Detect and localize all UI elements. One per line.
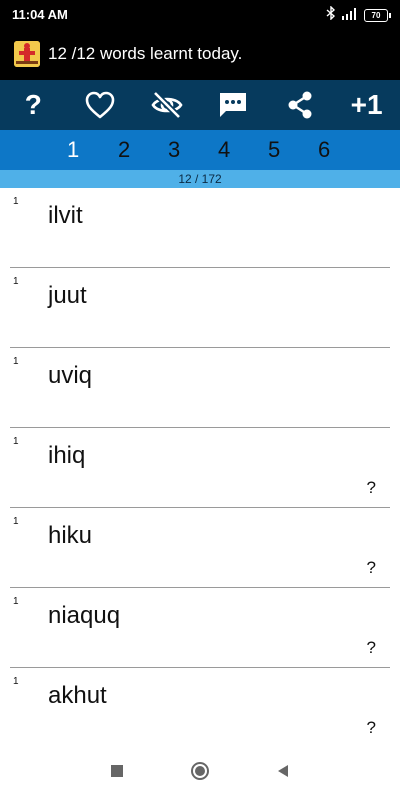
- help-label: ?: [24, 89, 42, 120]
- list-item[interactable]: 1 akhut ?: [0, 668, 400, 748]
- item-mark[interactable]: ?: [367, 638, 376, 658]
- recents-button[interactable]: [106, 762, 128, 784]
- list-item[interactable]: 1 hiku ?: [0, 508, 400, 588]
- back-button[interactable]: [272, 762, 294, 784]
- share-button[interactable]: [278, 83, 322, 127]
- list-item[interactable]: 1 niaquq ?: [0, 588, 400, 668]
- square-icon: [110, 764, 124, 783]
- heart-icon: [84, 90, 116, 120]
- item-word: ilvit: [48, 202, 83, 229]
- battery-icon: 70: [364, 9, 391, 22]
- item-mark[interactable]: ?: [367, 558, 376, 578]
- page-title: 12 /12 words learnt today.: [48, 44, 243, 63]
- item-word: ihiq: [48, 442, 86, 469]
- item-level: 1: [13, 516, 19, 527]
- app-logo-icon: [14, 41, 40, 67]
- list-item[interactable]: 1 ihiq ?: [0, 428, 400, 508]
- back-triangle-icon: [276, 764, 290, 783]
- item-mark[interactable]: ?: [367, 478, 376, 498]
- item-level: 1: [13, 436, 19, 447]
- item-level: 1: [13, 356, 19, 367]
- tab-6[interactable]: 6: [318, 137, 330, 163]
- item-level: 1: [13, 196, 19, 207]
- app-header: 12 /12 words learnt today.: [0, 30, 400, 80]
- plus-one-button[interactable]: +1: [345, 83, 389, 127]
- item-level: 1: [13, 276, 19, 287]
- word-list: 1 ilvit 1 juut 1 uviq 1 ihiq ? 1 hiku ? …: [0, 188, 400, 748]
- status-time: 11:04 AM: [12, 7, 68, 22]
- item-word: akhut: [48, 682, 107, 709]
- bluetooth-icon: [326, 5, 336, 25]
- system-nav-bar: [0, 748, 400, 800]
- hide-button[interactable]: [145, 83, 189, 127]
- help-button[interactable]: ?: [11, 83, 55, 127]
- item-level: 1: [13, 676, 19, 687]
- progress-indicator: 12 / 172: [0, 170, 400, 188]
- comment-button[interactable]: [211, 83, 255, 127]
- status-bar: 11:04 AM 70: [0, 0, 400, 30]
- plus-one-label: +1: [350, 89, 383, 120]
- lesson-tabs: 1 2 3 4 5 6: [0, 130, 400, 170]
- list-item[interactable]: 1 ilvit: [0, 188, 400, 268]
- item-word: niaquq: [48, 602, 121, 629]
- item-word: uviq: [48, 362, 93, 389]
- share-icon: [285, 90, 315, 120]
- circle-icon: [190, 761, 210, 786]
- tab-1[interactable]: 1: [67, 137, 79, 163]
- status-icons: 70: [326, 5, 391, 25]
- tab-3[interactable]: 3: [168, 137, 180, 163]
- tab-2[interactable]: 2: [118, 137, 130, 163]
- item-word: juut: [48, 282, 87, 309]
- eye-off-icon: [150, 90, 184, 120]
- favorite-button[interactable]: [78, 83, 122, 127]
- item-level: 1: [13, 596, 19, 607]
- tab-5[interactable]: 5: [268, 137, 280, 163]
- item-word: hiku: [48, 522, 93, 549]
- signal-icon: [342, 7, 358, 25]
- home-button[interactable]: [189, 761, 211, 786]
- tab-4[interactable]: 4: [218, 137, 230, 163]
- list-item[interactable]: 1 juut: [0, 268, 400, 348]
- toolbar: ? +1: [0, 80, 400, 130]
- item-mark[interactable]: ?: [367, 718, 376, 738]
- comment-icon: [217, 90, 249, 120]
- list-item[interactable]: 1 uviq: [0, 348, 400, 428]
